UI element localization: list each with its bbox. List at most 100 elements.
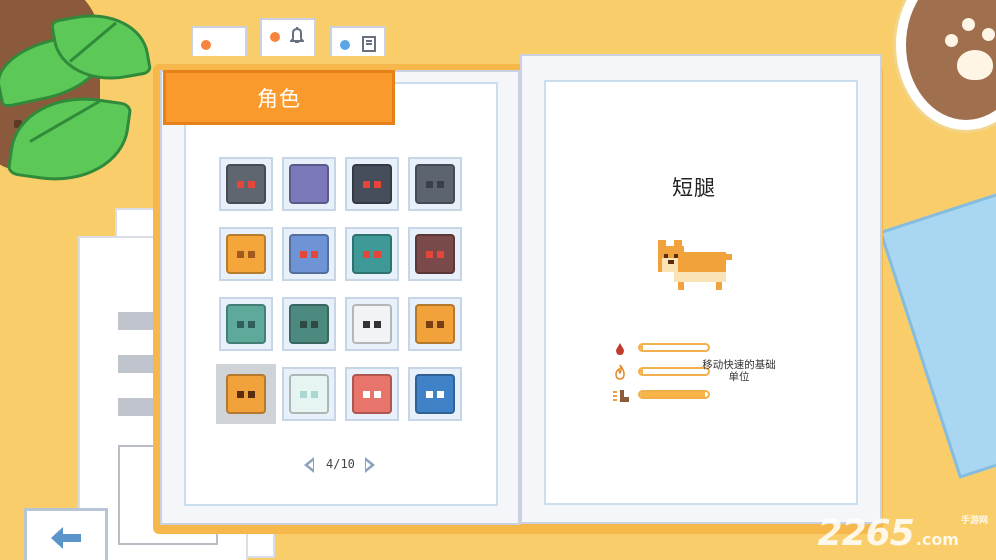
character-eye — [248, 391, 255, 398]
char-spiky-gray — [226, 164, 266, 204]
description-line-1: 移动快速的基础 — [702, 359, 776, 371]
book-icon — [362, 36, 376, 56]
stat-row-attack — [612, 364, 710, 380]
char-orange-duck — [226, 234, 266, 274]
character-slot[interactable] — [282, 367, 336, 421]
character-eye — [374, 251, 381, 258]
char-gray-bear — [415, 164, 455, 204]
attack-bar-fill — [640, 369, 644, 374]
character-eye — [426, 181, 433, 188]
page-title: 角色 — [163, 70, 395, 125]
character-eye — [363, 321, 370, 328]
character-slot[interactable] — [345, 367, 399, 421]
character-eye — [426, 321, 433, 328]
watermark-logo: 2265 .com 手游网 — [818, 513, 988, 554]
char-white-chicken — [352, 304, 392, 344]
char-teal-frog — [226, 304, 266, 344]
paper-line — [118, 398, 158, 416]
char-purple-cat — [289, 164, 329, 204]
description-line-2: 单位 — [728, 371, 750, 383]
character-eye — [248, 251, 255, 258]
character-description: 移动快速的基础 单位 — [697, 359, 781, 383]
char-brown-bear — [415, 234, 455, 274]
character-slot[interactable] — [219, 297, 273, 351]
character-eye — [237, 181, 244, 188]
paw-print-icon — [957, 50, 993, 80]
character-slot[interactable] — [345, 227, 399, 281]
paw-toe — [962, 18, 975, 31]
paw-toe — [945, 34, 958, 47]
boot-icon — [612, 388, 630, 407]
stat-row-speed — [612, 388, 710, 402]
character-eye — [311, 181, 318, 188]
back-button[interactable] — [24, 508, 108, 560]
character-eye — [437, 391, 444, 398]
character-eye — [374, 181, 381, 188]
char-blue-fish — [415, 374, 455, 414]
char-ghost — [289, 374, 329, 414]
character-slot[interactable] — [282, 297, 336, 351]
book-tab-2[interactable] — [260, 18, 316, 56]
character-eye — [248, 321, 255, 328]
health-bar — [638, 343, 710, 352]
character-name: 短腿 — [672, 176, 716, 200]
character-eye — [300, 251, 307, 258]
character-eye — [437, 321, 444, 328]
character-slot[interactable] — [408, 367, 462, 421]
char-corgi — [226, 374, 266, 414]
bell-icon — [288, 26, 306, 44]
character-slot[interactable] — [408, 227, 462, 281]
character-eye — [237, 251, 244, 258]
character-grid — [216, 157, 467, 427]
book-tab-3[interactable] — [330, 26, 386, 56]
character-eye — [374, 391, 381, 398]
character-eye — [300, 391, 307, 398]
character-eye — [363, 251, 370, 258]
tab-dot — [270, 32, 280, 42]
character-eye — [426, 391, 433, 398]
character-slot[interactable] — [216, 364, 276, 424]
speed-bar-fill — [640, 392, 705, 397]
character-eye — [426, 251, 433, 258]
watermark-number: 2265 — [817, 513, 915, 554]
paw-toe — [982, 28, 995, 41]
blood-drop-icon — [614, 341, 626, 360]
fire-icon — [614, 364, 626, 384]
tab-dot — [201, 40, 211, 50]
watermark-domain: .com — [915, 530, 959, 549]
next-arrow-hollow — [366, 461, 371, 469]
corgi-sprite — [654, 238, 734, 294]
char-blue-cat — [289, 234, 329, 274]
char-red-mailbox — [352, 374, 392, 414]
character-slot[interactable] — [408, 297, 462, 351]
char-orange-dog — [415, 304, 455, 344]
blue-paper-decoration — [879, 191, 996, 479]
tab-dot — [340, 40, 350, 50]
arrow-left-icon — [51, 527, 81, 549]
character-eye — [363, 391, 370, 398]
prev-arrow-hollow — [308, 461, 313, 469]
character-slot[interactable] — [408, 157, 462, 211]
character-eye — [437, 251, 444, 258]
character-slot[interactable] — [282, 227, 336, 281]
health-bar-fill — [640, 345, 644, 350]
char-teal-bird — [352, 234, 392, 274]
character-eye — [300, 321, 307, 328]
character-eye — [237, 391, 244, 398]
book-tab-1[interactable] — [191, 26, 247, 56]
page-indicator: 4/10 — [326, 457, 355, 471]
character-slot[interactable] — [345, 157, 399, 211]
character-eye — [248, 181, 255, 188]
character-eye — [311, 321, 318, 328]
stat-row-health — [612, 341, 710, 355]
char-green-frog — [289, 304, 329, 344]
character-slot[interactable] — [219, 157, 273, 211]
character-slot[interactable] — [282, 157, 336, 211]
character-eye — [363, 181, 370, 188]
character-eye — [374, 321, 381, 328]
character-slot[interactable] — [219, 227, 273, 281]
character-slot[interactable] — [345, 297, 399, 351]
watermark-site-name: 手游网 — [960, 516, 988, 526]
character-eye — [237, 321, 244, 328]
character-eye — [311, 391, 318, 398]
